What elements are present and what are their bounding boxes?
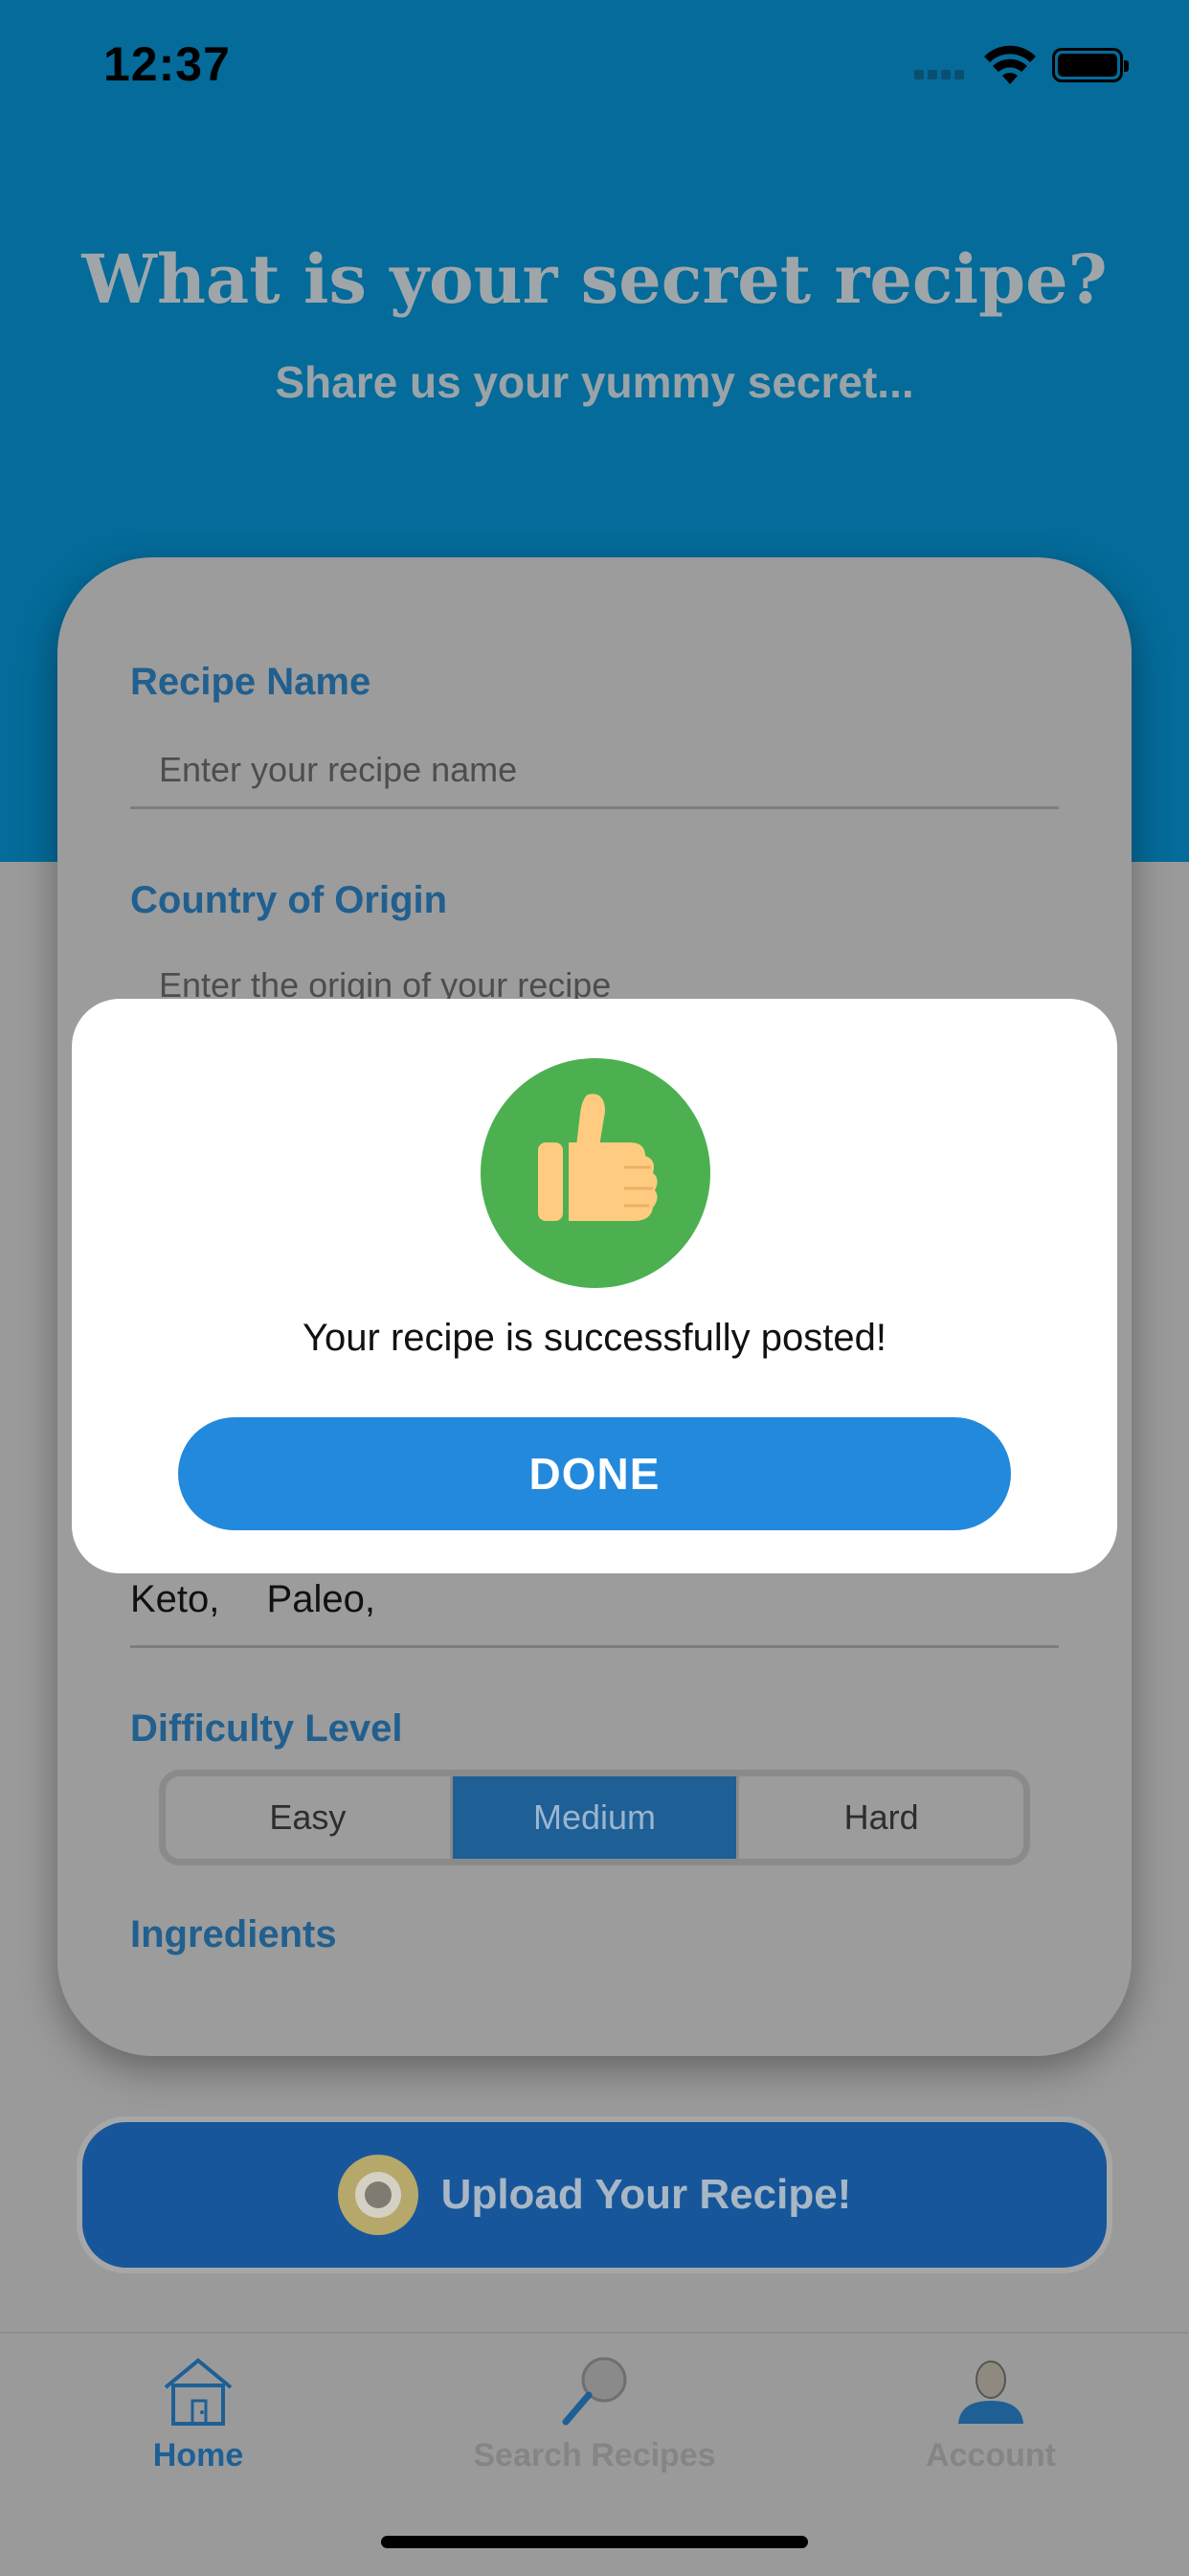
home-indicator [381,2536,808,2548]
recipe-name-input[interactable] [130,733,1059,809]
upload-recipe-button[interactable]: Upload Your Recipe! [77,2116,1112,2273]
tab-account[interactable]: Account [793,2334,1189,2525]
country-label: Country of Origin [130,879,448,921]
tag-keto: Keto, [130,1578,220,1620]
search-icon [562,2357,627,2426]
success-badge [481,1058,710,1288]
wifi-icon [984,45,1036,84]
thumbs-up-icon [538,1094,658,1221]
difficulty-option-medium[interactable]: Medium [452,1776,740,1859]
plate-icon [337,2155,418,2235]
cellular-signal-icon [914,67,970,79]
tab-search-label: Search Recipes [473,2437,716,2474]
success-modal: Your recipe is successfully posted! DONE [72,999,1117,1573]
account-icon [958,2361,1023,2424]
tab-home-label: Home [152,2437,244,2474]
success-message: Your recipe is successfully posted! [303,1317,886,1359]
status-time: 12:37 [103,37,231,91]
status-bar: 12:37 [0,0,1189,134]
difficulty-option-hard[interactable]: Hard [739,1776,1023,1859]
battery-icon [1052,48,1129,82]
difficulty-option-easy[interactable]: Easy [166,1776,453,1859]
tag-paleo: Paleo, [266,1578,375,1620]
difficulty-segmented-control: Easy Medium Hard [159,1770,1030,1865]
page-title: What is your secret recipe? [81,239,1108,319]
diet-tags-field[interactable]: Keto, Paleo, [130,1578,1059,1648]
upload-recipe-label: Upload Your Recipe! [440,2171,852,2218]
recipe-name-label: Recipe Name [130,661,371,703]
tab-account-label: Account [926,2437,1056,2474]
ingredients-label: Ingredients [130,1913,337,1955]
home-icon [164,2358,233,2426]
tab-search-recipes[interactable]: Search Recipes [396,2334,793,2525]
tab-home[interactable]: Home [0,2334,396,2525]
difficulty-label: Difficulty Level [130,1707,403,1750]
page-subtitle: Share us your yummy secret... [275,357,914,407]
done-button[interactable]: DONE [178,1417,1011,1530]
